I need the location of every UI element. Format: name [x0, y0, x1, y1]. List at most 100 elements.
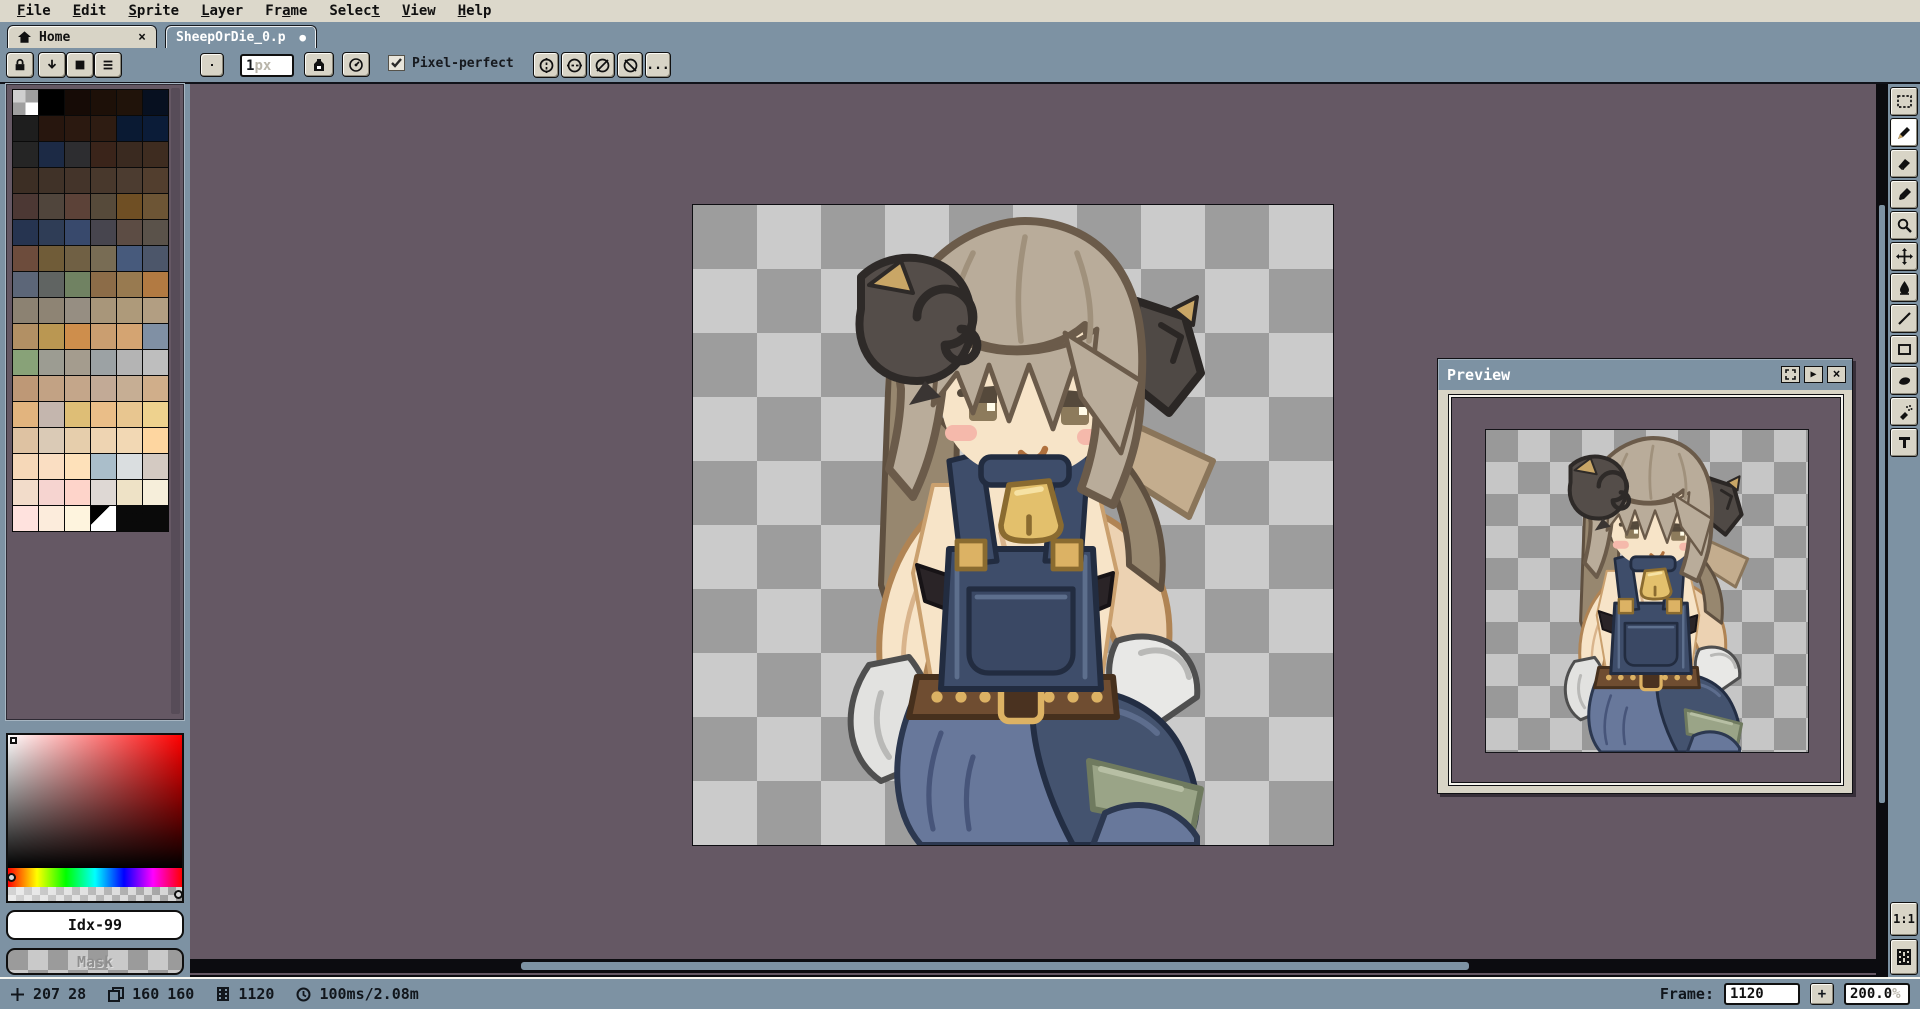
- menu-frame[interactable]: Frame: [254, 2, 318, 20]
- pencil-tool[interactable]: [1890, 118, 1918, 147]
- palette-swatch-77[interactable]: [143, 402, 168, 427]
- palette-swatch-85[interactable]: [39, 454, 64, 479]
- tab-home-close-icon[interactable]: ×: [138, 30, 146, 45]
- palette-swatch-2[interactable]: [65, 90, 90, 115]
- palette-swatch-28[interactable]: [117, 194, 142, 219]
- palette-swatch-86[interactable]: [65, 454, 90, 479]
- saturation-value-box[interactable]: [8, 735, 182, 868]
- foreground-color-index[interactable]: Idx-99: [6, 910, 184, 940]
- palette-swatch-56[interactable]: [65, 324, 90, 349]
- vertical-scrollbar[interactable]: [1876, 84, 1888, 977]
- preview-close-button[interactable]: ×: [1827, 366, 1846, 383]
- palette-swatch-68[interactable]: [65, 376, 90, 401]
- palette-swatch-10[interactable]: [117, 116, 142, 141]
- mask-color-button[interactable]: Mask: [6, 948, 184, 975]
- palette-swatch-72[interactable]: [13, 402, 38, 427]
- spray-tool[interactable]: [1890, 397, 1918, 426]
- palette-swatch-75[interactable]: [91, 402, 116, 427]
- hue-marker[interactable]: [7, 873, 16, 882]
- palette-swatch-41[interactable]: [143, 246, 168, 271]
- vertical-scrollbar-thumb[interactable]: [1878, 204, 1886, 804]
- horizontal-scrollbar-thumb[interactable]: [520, 961, 1470, 971]
- palette-swatch-1[interactable]: [39, 90, 64, 115]
- palette-swatch-5[interactable]: [143, 90, 168, 115]
- palette-swatch-48[interactable]: [13, 298, 38, 323]
- palette-swatch-84[interactable]: [13, 454, 38, 479]
- palette-swatch-14[interactable]: [65, 142, 90, 167]
- palette-swatch-80[interactable]: [65, 428, 90, 453]
- palette-swatch-67[interactable]: [39, 376, 64, 401]
- palette-swatch-13[interactable]: [39, 142, 64, 167]
- palette-swatch-20[interactable]: [65, 168, 90, 193]
- menu-file[interactable]: File: [6, 2, 62, 20]
- palette-swatch-39[interactable]: [91, 246, 116, 271]
- line-tool[interactable]: [1890, 304, 1918, 333]
- palette-swatch-65[interactable]: [143, 350, 168, 375]
- palette-swatch-94[interactable]: [117, 480, 142, 505]
- palette-swatch-25[interactable]: [39, 194, 64, 219]
- palette-swatch-9[interactable]: [91, 116, 116, 141]
- palette-swatch-21[interactable]: [91, 168, 116, 193]
- palette-swatch-83[interactable]: [143, 428, 168, 453]
- menu-layer[interactable]: Layer: [190, 2, 254, 20]
- palette-swatch-27[interactable]: [91, 194, 116, 219]
- palette-swatch-73[interactable]: [39, 402, 64, 427]
- alpha-marker[interactable]: [174, 890, 183, 899]
- palette-swatch-40[interactable]: [117, 246, 142, 271]
- rectangular-marquee-tool[interactable]: [1890, 87, 1918, 116]
- palette-swatch-46[interactable]: [117, 272, 142, 297]
- symmetry-antidiagonal-button[interactable]: [617, 52, 643, 78]
- palette-swatch-42[interactable]: [13, 272, 38, 297]
- symmetry-horizontal-button[interactable]: [561, 52, 587, 78]
- palette-swatch-99[interactable]: [91, 506, 116, 531]
- palette-swatch-97[interactable]: [39, 506, 64, 531]
- alpha-slider[interactable]: [8, 887, 183, 901]
- drop-pixels-button[interactable]: [38, 52, 66, 78]
- palette-swatch-8[interactable]: [65, 116, 90, 141]
- palette-swatch-17[interactable]: [143, 142, 168, 167]
- lock-button[interactable]: [6, 52, 34, 78]
- options-menu-button[interactable]: [94, 52, 122, 78]
- palette-swatch-62[interactable]: [65, 350, 90, 375]
- palette-swatch-35[interactable]: [143, 220, 168, 245]
- hue-slider[interactable]: [7, 868, 182, 887]
- palette-swatch-29[interactable]: [143, 194, 168, 219]
- palette-swatch-0[interactable]: [13, 90, 38, 115]
- palette-swatch-24[interactable]: [13, 194, 38, 219]
- palette-swatch-96[interactable]: [13, 506, 38, 531]
- contour-tool[interactable]: [1890, 366, 1918, 395]
- symmetry-diagonal-button[interactable]: [589, 52, 615, 78]
- palette-swatch-23[interactable]: [143, 168, 168, 193]
- palette-swatch-92[interactable]: [65, 480, 90, 505]
- preview-center-button[interactable]: [1781, 366, 1800, 383]
- palette-swatch-79[interactable]: [39, 428, 64, 453]
- palette-swatch-53[interactable]: [143, 298, 168, 323]
- palette-swatch-70[interactable]: [117, 376, 142, 401]
- palette-swatch-16[interactable]: [117, 142, 142, 167]
- palette-swatch-98[interactable]: [65, 506, 90, 531]
- palette-swatch-15[interactable]: [91, 142, 116, 167]
- menu-select[interactable]: Select: [318, 2, 391, 20]
- palette-swatch-89[interactable]: [143, 454, 168, 479]
- tab-sprite-file[interactable]: SheepOrDie_0.p ●: [165, 25, 317, 48]
- fill-button[interactable]: [66, 52, 94, 78]
- palette-swatch-19[interactable]: [39, 168, 64, 193]
- ink-button[interactable]: [304, 52, 334, 77]
- menu-sprite[interactable]: Sprite: [117, 2, 190, 20]
- palette-swatch-6[interactable]: [13, 116, 38, 141]
- palette-swatch-38[interactable]: [65, 246, 90, 271]
- palette-swatch-61[interactable]: [39, 350, 64, 375]
- preview-play-button[interactable]: ▶: [1804, 366, 1823, 383]
- palette-swatch-44[interactable]: [65, 272, 90, 297]
- palette-swatch-55[interactable]: [39, 324, 64, 349]
- palette-swatch-31[interactable]: [39, 220, 64, 245]
- palette-swatch-18[interactable]: [13, 168, 38, 193]
- palette-swatch-43[interactable]: [39, 272, 64, 297]
- zoom-level-field[interactable]: 200.0%: [1844, 983, 1910, 1005]
- palette-swatch-22[interactable]: [117, 168, 142, 193]
- eraser-tool[interactable]: [1890, 149, 1918, 178]
- palette-swatch-34[interactable]: [117, 220, 142, 245]
- zoom-1-1-button[interactable]: 1:1: [1890, 902, 1918, 936]
- zoom-tool[interactable]: [1890, 211, 1918, 240]
- palette-swatch-90[interactable]: [13, 480, 38, 505]
